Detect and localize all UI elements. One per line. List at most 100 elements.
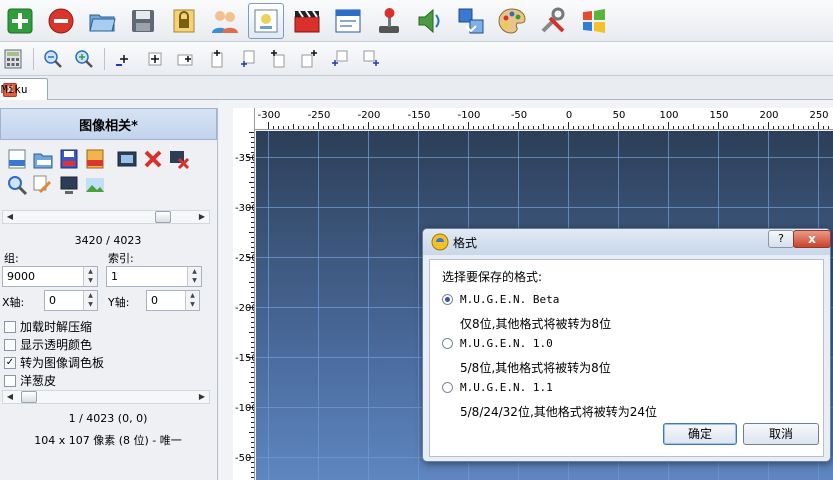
convert-palette-checkbox[interactable]: ✓ 转为图像调色板 [4,354,104,371]
zoom-in-button[interactable] [73,48,95,70]
horizontal-ruler: -300 -250 -200 -150 -100 -50 0 50 100 150 200 250 [255,108,833,130]
spin-up-icon[interactable]: ▲ [186,291,199,300]
radio-selected-icon [442,294,453,305]
spin-up-icon[interactable]: ▲ [188,267,201,276]
align-button-5[interactable] [237,48,259,70]
format-option-beta[interactable]: M.U.G.E.N. Beta [442,293,559,306]
scroll-thumb[interactable] [21,391,37,403]
group-label: 组: [4,252,19,265]
spin-up-icon[interactable]: ▲ [84,291,97,300]
image-size-info: 104 x 107 像素 (8 位) - 唯一 [34,434,182,447]
ruler-label: -150 [408,110,431,121]
ruler-label: -300 [235,203,255,214]
scroll-left-icon[interactable]: ◀ [3,211,17,223]
onion-skin-checkbox[interactable]: 洋葱皮 [4,372,56,389]
calculator-button[interactable] [2,48,24,70]
align-button-4[interactable] [206,48,228,70]
spin-down-icon[interactable]: ▼ [84,276,97,285]
app-icon [431,233,449,251]
landscape-icon[interactable] [84,174,106,196]
tools-button[interactable] [535,3,571,39]
ruler-label: -200 [358,110,381,121]
zoom-out-button[interactable] [42,48,64,70]
windows-button[interactable] [576,3,612,39]
crosshair-icon [116,54,128,66]
align-button-1[interactable] [113,48,135,70]
x-axis-input[interactable]: 0 ▲ ▼ [44,290,98,311]
save-button[interactable] [125,3,161,39]
frame-scrollbar[interactable]: ◀ ▶ [2,390,210,404]
index-value: 1 [111,270,118,283]
help-button[interactable]: ? [768,230,794,248]
checkbox-label: 显示透明颜色 [20,338,93,352]
spin-down-icon[interactable]: ▼ [84,300,97,309]
image-window-icon[interactable] [116,148,138,170]
align-button-7[interactable] [299,48,321,70]
align-button-3[interactable] [175,48,197,70]
close-button[interactable]: x [793,230,831,248]
crosshair-left-icon [177,54,193,65]
align-button-2[interactable] [144,48,166,70]
index-input[interactable]: 1 ▲ ▼ [106,266,202,287]
dialog-title: 格式 [453,236,478,250]
anchor-right-icon [301,49,317,67]
panel-tools-row-1 [6,148,194,170]
characters-button[interactable] [207,3,243,39]
spin-down-icon[interactable]: ▼ [186,300,199,309]
sff-file-icon[interactable] [84,148,106,170]
convert-button[interactable] [453,3,489,39]
windows-logo-icon [583,8,605,33]
format-dialog: 格式 ? x 选择要保存的格式: M.U.G.E.N. Beta 仅8位,其他格… [422,228,831,462]
image-scrollbar[interactable]: ◀ ▶ [2,210,210,224]
scroll-right-icon[interactable]: ▶ [195,391,209,403]
ruler-label: -250 [235,253,255,264]
clapperboard-icon [294,9,320,32]
spin-down-icon[interactable]: ▼ [188,276,201,285]
delete-icon[interactable] [142,148,164,170]
sound-button[interactable] [412,3,448,39]
palette-button[interactable] [494,3,530,39]
y-axis-value: 0 [151,294,158,307]
window-button[interactable] [330,3,366,39]
checkbox-label: 洋葱皮 [20,374,57,388]
folder-icon [89,14,116,31]
spin-up-icon[interactable]: ▲ [84,267,97,276]
ruler-label: -200 [235,303,255,314]
format-option-1-1[interactable]: M.U.G.E.N. 1.1 [442,381,553,394]
search-icon[interactable] [6,174,28,196]
scroll-left-icon[interactable]: ◀ [3,391,17,403]
show-transparent-checkbox[interactable]: 显示透明颜色 [4,336,92,353]
scroll-right-icon[interactable]: ▶ [195,211,209,223]
cancel-button[interactable]: 取消 [743,423,819,445]
align-button-6[interactable] [268,48,290,70]
align-button-8[interactable] [330,48,352,70]
edit-icon[interactable] [32,174,54,196]
y-axis-label: Y轴: [108,296,130,309]
scroll-thumb[interactable] [155,211,171,223]
monitor-icon[interactable] [58,174,80,196]
image-button[interactable] [248,2,284,39]
y-axis-input[interactable]: 0 ▲ ▼ [146,290,200,311]
palette-icon [498,7,526,34]
pcx-file-icon[interactable] [6,148,28,170]
pcx-folder-icon[interactable] [32,148,54,170]
delete-image-icon[interactable] [168,148,190,170]
remove-button[interactable] [43,3,79,39]
add-button[interactable] [2,3,38,39]
lock-button[interactable] [166,3,202,39]
dialog-titlebar[interactable]: 格式 ? x [423,229,831,255]
format-option-1-0[interactable]: M.U.G.E.N. 1.0 [442,337,553,350]
pcx-save-icon[interactable] [58,148,80,170]
ok-button[interactable]: 确定 [663,423,737,445]
animation-button[interactable] [289,3,325,39]
secondary-toolbar [0,42,833,76]
group-input[interactable]: 9000 ▲ ▼ [2,266,98,287]
align-button-9[interactable] [361,48,383,70]
joystick-button[interactable] [371,3,407,39]
minus-icon [48,8,74,33]
tab-miku[interactable]: Miku x [0,78,48,100]
open-button[interactable] [84,3,120,39]
ruler-label: -250 [308,110,331,121]
group-value: 9000 [7,270,35,283]
decompress-on-load-checkbox[interactable]: 加载时解压缩 [4,318,92,335]
